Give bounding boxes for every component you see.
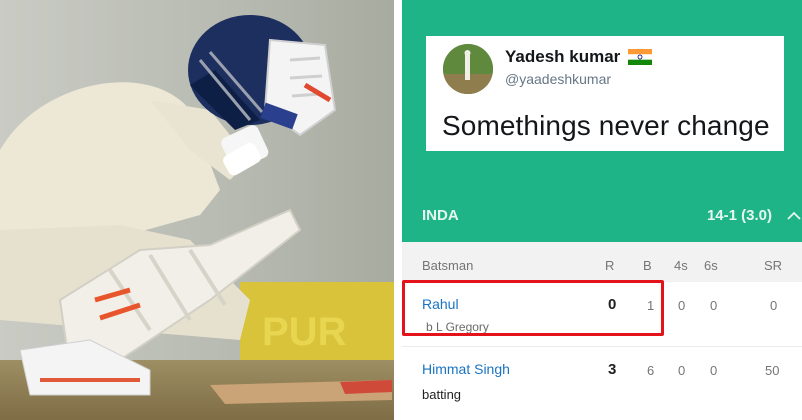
dismissal-text: batting [422,387,462,402]
col-sixes: 6s [704,258,718,273]
avatar[interactable] [443,44,493,94]
team-header[interactable]: INDA 14-1 (3.0) [402,196,802,240]
highlight-box [402,280,664,336]
runs-value: 3 [608,361,617,378]
divider [394,0,402,420]
col-batsman: Batsman [422,258,474,273]
col-runs: R [605,258,615,273]
col-strike-rate: SR [764,258,783,273]
fours-value: 0 [678,298,686,313]
col-balls: B [643,258,652,273]
chevron-up-icon[interactable] [786,208,802,224]
tweet-handle[interactable]: @yaadeshkumar [505,71,611,87]
sixes-value: 0 [710,363,718,378]
batting-header-row: Batsman R B 4s 6s SR [402,242,802,282]
tweet-card[interactable]: Yadesh kumar @yaadeshkumar Somethings ne… [426,36,784,151]
scorecard-panel: Yadesh kumar @yaadeshkumar Somethings ne… [402,0,802,420]
table-row[interactable]: Himmat Singh batting 3 6 0 0 50 [402,347,802,420]
tweet-display-name[interactable]: Yadesh kumar [505,47,653,67]
india-flag-icon [628,49,653,65]
tweet-text: Somethings never change [442,110,770,141]
sixes-value: 0 [710,298,718,313]
team-score: 14-1 (3.0) [706,207,772,224]
strike-rate-value: 50 [765,363,780,378]
svg-text:PUR: PUR [262,310,347,354]
batsman-name[interactable]: Himmat Singh [422,361,510,377]
strike-rate-value: 0 [770,298,778,313]
team-name: INDA [422,207,459,224]
fours-value: 0 [678,363,686,378]
cricketer-photo: PUR [0,0,394,420]
col-fours: 4s [674,258,688,273]
balls-value: 6 [647,363,655,378]
display-name-text: Yadesh kumar [505,47,621,66]
batting-card: Batsman R B 4s 6s SR Rahul b L Gregory 0… [402,242,802,420]
